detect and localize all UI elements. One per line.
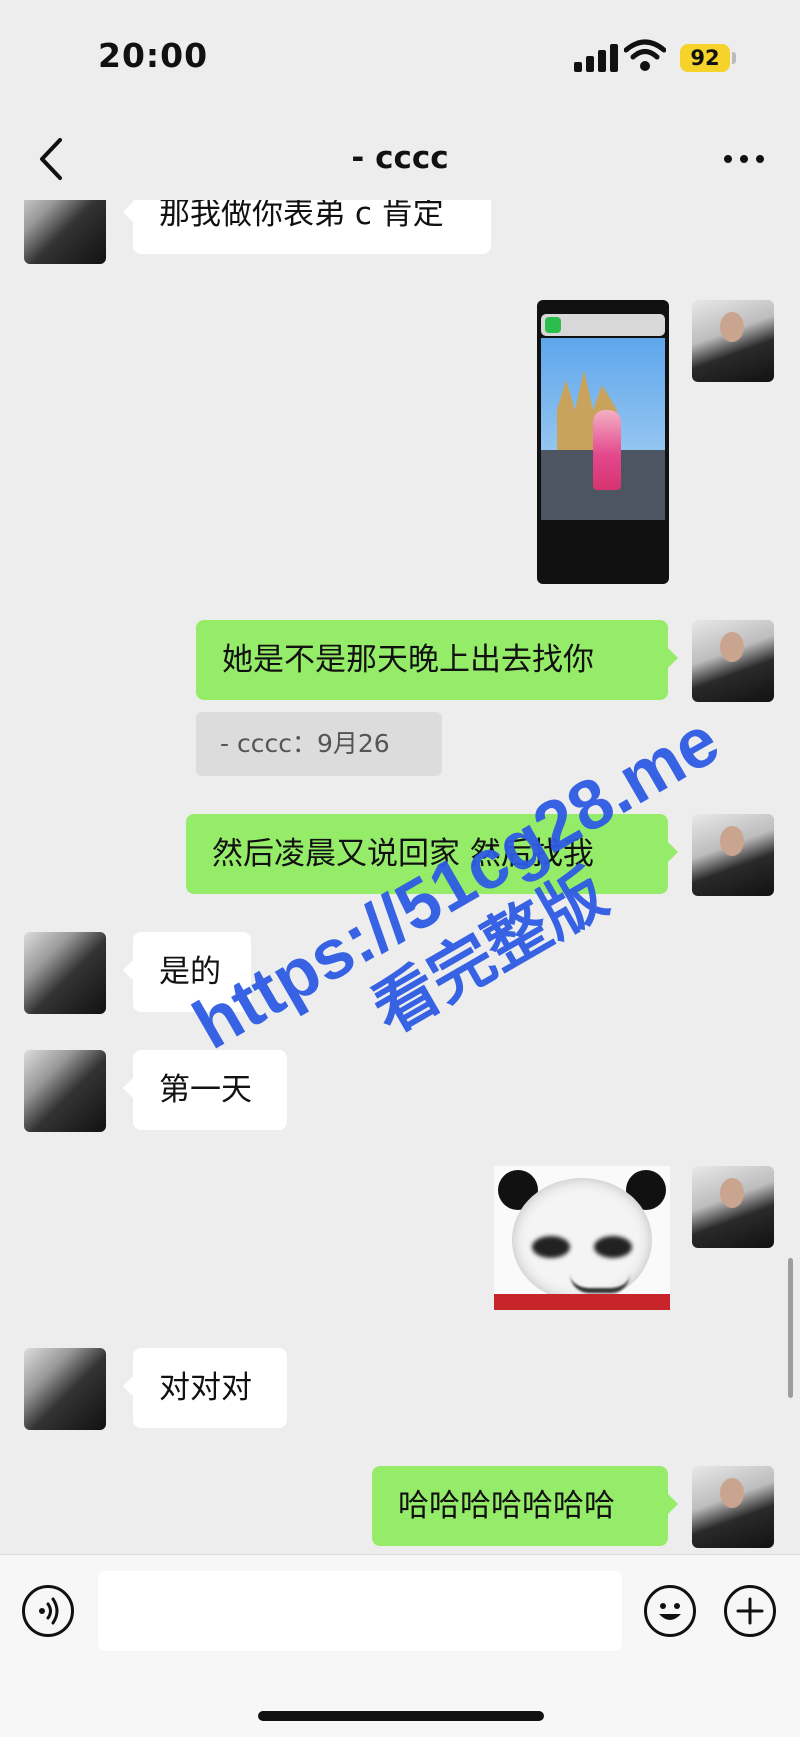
message-list[interactable]: 那我做你表弟 c 肯定 她是不是那天晚上出去找你 - cccc：9月26 然后凌… — [0, 200, 800, 1554]
message-bubble-sent[interactable]: 哈哈哈哈哈哈哈 — [372, 1466, 678, 1546]
my-avatar[interactable] — [692, 620, 774, 702]
quoted-reply[interactable]: - cccc：9月26 — [196, 712, 442, 776]
my-avatar[interactable] — [692, 300, 774, 382]
chat-title: - cccc — [351, 140, 449, 176]
message-input[interactable] — [98, 1571, 622, 1651]
scroll-indicator[interactable] — [788, 1258, 793, 1398]
battery-indicator: 92 — [680, 44, 730, 72]
message-bubble-sent[interactable]: 然后凌晨又说回家 然后找我 — [186, 814, 678, 894]
message-bubble-received[interactable]: 是的 — [123, 932, 251, 1012]
contact-avatar[interactable] — [24, 1050, 106, 1132]
message-bubble-received[interactable]: 第一天 — [123, 1050, 287, 1130]
message-bubble-received[interactable]: 那我做你表弟 c 肯定 — [123, 200, 491, 254]
home-indicator — [258, 1711, 544, 1721]
message-bubble-sent[interactable]: 她是不是那天晚上出去找你 — [196, 620, 678, 700]
contact-avatar[interactable] — [24, 1348, 106, 1430]
cellular-signal-icon — [574, 42, 620, 72]
my-avatar[interactable] — [692, 1166, 774, 1248]
battery-tip — [732, 52, 736, 64]
my-avatar[interactable] — [692, 814, 774, 896]
status-bar: 20:00 92 — [0, 0, 800, 120]
plus-icon[interactable] — [724, 1585, 776, 1637]
chat-header: - cccc — [0, 120, 800, 200]
my-avatar[interactable] — [692, 1466, 774, 1548]
screenshot-image[interactable] — [537, 300, 669, 584]
emoji-icon[interactable] — [644, 1585, 696, 1637]
panda-sticker[interactable] — [494, 1166, 670, 1310]
voice-icon[interactable] — [22, 1585, 74, 1637]
input-bar — [0, 1554, 800, 1737]
message-bubble-received[interactable]: 对对对 — [123, 1348, 287, 1428]
contact-avatar[interactable] — [24, 200, 106, 264]
more-options-icon[interactable] — [722, 142, 766, 178]
wifi-icon — [624, 39, 666, 71]
contact-avatar[interactable] — [24, 932, 106, 1014]
status-time: 20:00 — [98, 36, 209, 75]
